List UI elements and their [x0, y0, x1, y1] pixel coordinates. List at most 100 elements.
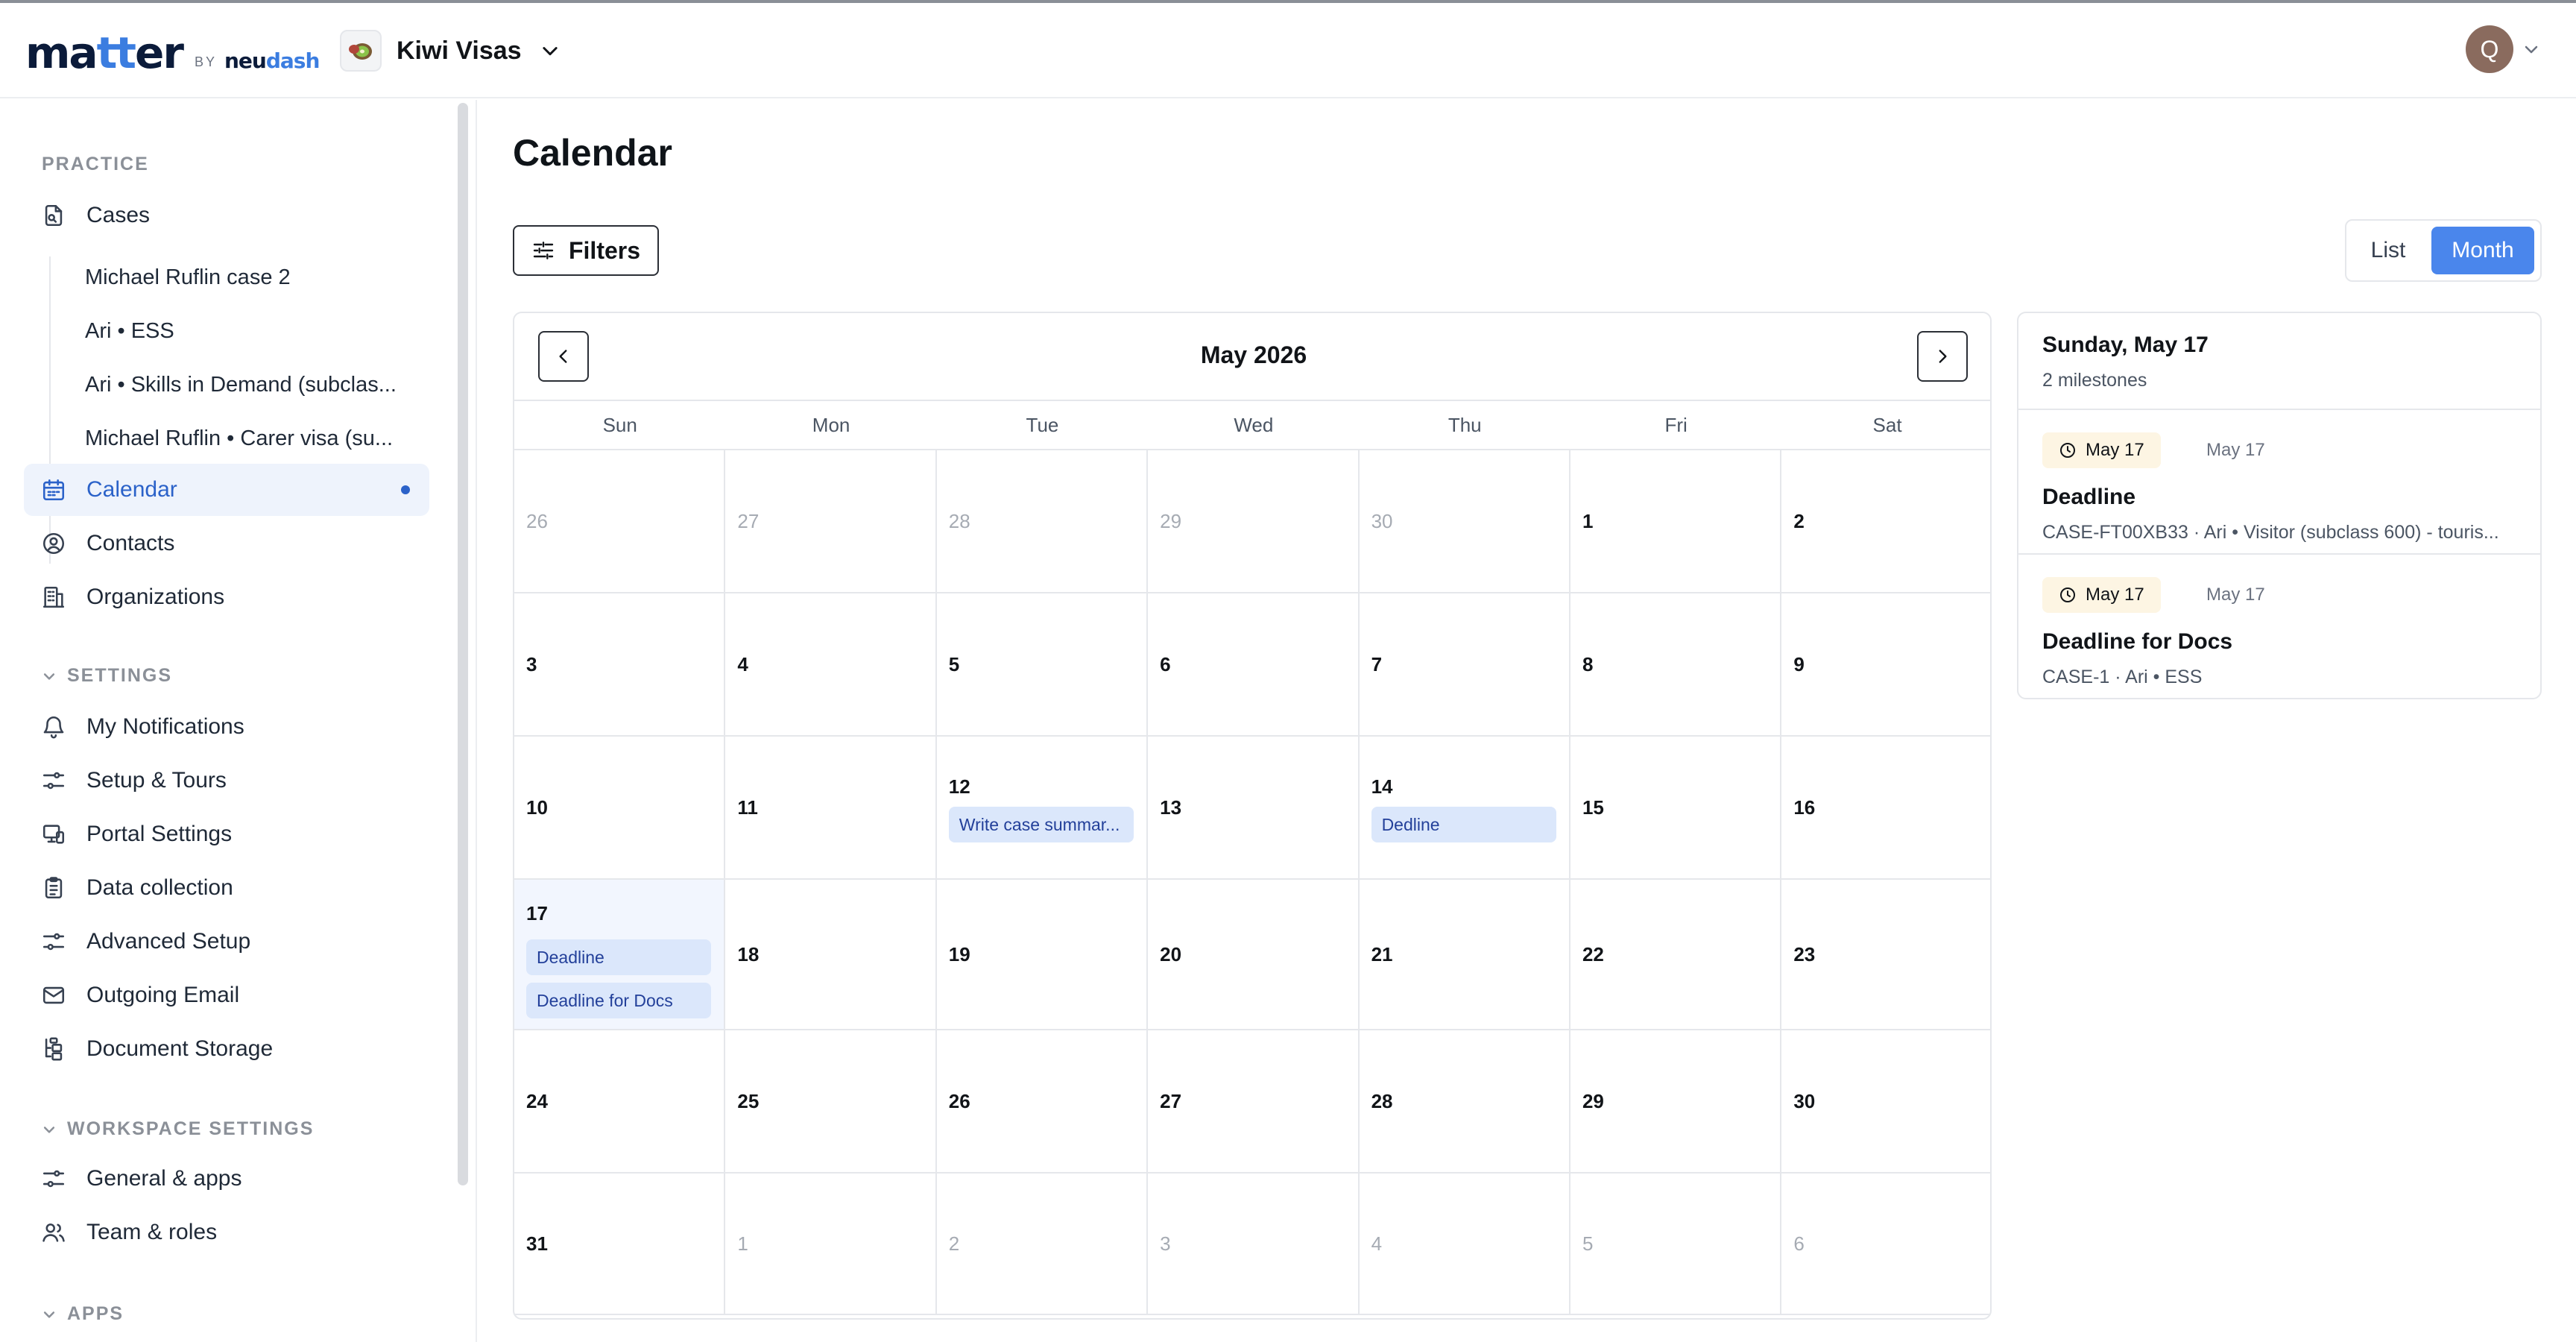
prev-month-button[interactable] [538, 331, 589, 382]
filters-button[interactable]: Filters [513, 225, 659, 276]
sidebar-item-contacts[interactable]: Contacts [24, 517, 429, 570]
calendar-day-cell[interactable]: 26 [937, 1030, 1149, 1172]
sidebar-item-my-notifications[interactable]: My Notifications [24, 701, 429, 753]
milestone-meta: CASE-FT00XB33 · Ari • Visitor (subclass … [2042, 522, 2499, 543]
calendar-day-cell[interactable]: 2 [937, 1174, 1149, 1314]
calendar-icon [40, 476, 67, 503]
view-month-button[interactable]: Month [2431, 227, 2534, 274]
sidebar-item-general-apps[interactable]: General & apps [24, 1153, 429, 1205]
calendar-day-cell[interactable]: 31 [514, 1174, 726, 1314]
calendar-day-cell[interactable]: 18 [725, 880, 937, 1029]
calendar-event-chip[interactable]: Dedline [1371, 807, 1556, 842]
calendar-day-cell[interactable]: 10 [514, 737, 726, 878]
calendar-day-cell[interactable]: 20 [1148, 880, 1360, 1029]
calendar-day-cell[interactable]: 14 Dedline [1360, 737, 1570, 878]
calendar-day-cell[interactable]: 28 [1360, 1030, 1570, 1172]
sidebar-item-organizations[interactable]: Organizations [24, 571, 429, 623]
day-number: 24 [526, 1090, 548, 1112]
calendar-day-cell[interactable]: 12 Write case summar... [937, 737, 1149, 878]
calendar-day-cell[interactable]: 21 [1360, 880, 1570, 1029]
day-number: 21 [1371, 943, 1393, 965]
calendar-day-cell[interactable]: 29 [1570, 1030, 1782, 1172]
workspace-name: Kiwi Visas [397, 36, 522, 65]
day-number: 27 [737, 510, 760, 532]
view-list-button[interactable]: List [2357, 227, 2419, 274]
sidebar-item-label: General & apps [86, 1166, 242, 1191]
section-label-workspace-settings[interactable]: WORKSPACE SETTINGS [42, 1118, 314, 1140]
calendar-day-cell[interactable]: 27 [725, 450, 937, 592]
calendar-day-cell[interactable]: 16 [1781, 737, 1990, 878]
calendar-event-chip[interactable]: Deadline for Docs [526, 983, 711, 1018]
sidebar-item-team-roles[interactable]: Team & roles [24, 1206, 429, 1258]
calendar-day-cell[interactable]: 3 [514, 593, 726, 735]
section-label-settings[interactable]: SETTINGS [42, 665, 172, 687]
sidebar-item-outgoing-email[interactable]: Outgoing Email [24, 969, 429, 1021]
calendar-day-cell[interactable]: 17 Deadline Deadline for Docs [514, 880, 726, 1029]
calendar-day-cell[interactable]: 25 [725, 1030, 937, 1172]
milestone-item[interactable]: May 17 May 17 Deadline CASE-FT00XB33 · A… [2018, 410, 2540, 555]
sidebar-item-data-collection[interactable]: Data collection [24, 862, 429, 914]
calendar-day-cell[interactable]: 27 [1148, 1030, 1360, 1172]
calendar-event-chip[interactable]: Deadline [526, 939, 711, 975]
active-dot [401, 485, 410, 494]
portal-icon [40, 821, 67, 848]
calendar-day-cell[interactable]: 5 [937, 593, 1149, 735]
sidebar-item-label: Data collection [86, 875, 233, 900]
chevron-down-icon [43, 1311, 55, 1318]
sidebar-case-item[interactable]: Ari • Skills in Demand (subclas... [85, 362, 413, 407]
day-number: 1 [737, 1232, 748, 1255]
calendar-day-cell[interactable]: 4 [725, 593, 937, 735]
calendar-day-cell[interactable]: 4 [1360, 1174, 1570, 1314]
sidebar-case-item[interactable]: Ari • ESS [85, 309, 413, 353]
calendar-day-cell[interactable]: 15 [1570, 737, 1782, 878]
sidebar-item-advanced-setup[interactable]: Advanced Setup [24, 916, 429, 968]
panel-header: Sunday, May 17 2 milestones [2018, 313, 2540, 410]
sidebar-item-calendar[interactable]: Calendar [24, 464, 429, 516]
milestone-item[interactable]: May 17 May 17 Deadline for Docs CASE-1 ·… [2018, 555, 2540, 698]
calendar-day-cell[interactable]: 28 [937, 450, 1149, 592]
milestone-date: May 17 [2206, 585, 2265, 605]
calendar-day-cell[interactable]: 8 [1570, 593, 1782, 735]
sidebar-item-portal-settings[interactable]: Portal Settings [24, 808, 429, 860]
sidebar: PRACTICE Cases Michael Ruflin case 2 Ari… [0, 100, 477, 1342]
calendar-day-cell[interactable]: 6 [1781, 1174, 1990, 1314]
calendar-day-cell[interactable]: 9 [1781, 593, 1990, 735]
calendar-day-cell[interactable]: 7 [1360, 593, 1570, 735]
sidebar-item-setup-tours[interactable]: Setup & Tours [24, 755, 429, 807]
sidebar-case-item[interactable]: Michael Ruflin case 2 [85, 255, 413, 300]
section-label-apps[interactable]: APPS [42, 1303, 124, 1325]
calendar-day-cell[interactable]: 2 [1781, 450, 1990, 592]
calendar-day-cell[interactable]: 3 [1148, 1174, 1360, 1314]
calendar-day-cell[interactable]: 19 [937, 880, 1149, 1029]
sidebar-case-item[interactable]: Michael Ruflin • Carer visa (su... [85, 416, 413, 461]
calendar-day-cell[interactable]: 29 [1148, 450, 1360, 592]
brand-logo[interactable]: matter BY neudash [25, 27, 320, 75]
day-number: 28 [1371, 1090, 1393, 1112]
next-month-button[interactable] [1917, 331, 1968, 382]
calendar-day-cell[interactable]: 1 [1570, 450, 1782, 592]
day-number: 3 [1160, 1232, 1171, 1255]
workspace-switcher[interactable]: Kiwi Visas [340, 28, 561, 73]
calendar-day-cell[interactable]: 30 [1360, 450, 1570, 592]
sidebar-item-document-storage[interactable]: Document Storage [24, 1023, 429, 1075]
calendar-day-cell[interactable]: 6 [1148, 593, 1360, 735]
calendar-day-cell[interactable]: 11 [725, 737, 937, 878]
calendar-day-cell[interactable]: 26 [514, 450, 726, 592]
milestone-title: Deadline [2042, 485, 2136, 509]
day-number: 23 [1793, 943, 1816, 965]
day-number: 16 [1793, 796, 1816, 819]
user-menu[interactable]: Q [2466, 25, 2540, 73]
calendar-day-cell[interactable]: 1 [725, 1174, 937, 1314]
calendar-day-cell[interactable]: 23 [1781, 880, 1990, 1029]
day-number: 28 [948, 510, 970, 532]
calendar-day-cell[interactable]: 30 [1781, 1030, 1990, 1172]
sidebar-scrollbar[interactable] [458, 103, 468, 1185]
avatar[interactable]: Q [2466, 25, 2513, 73]
calendar-event-chip[interactable]: Write case summar... [948, 807, 1134, 842]
sidebar-item-cases[interactable]: Cases [24, 189, 429, 242]
calendar-day-cell[interactable]: 13 [1148, 737, 1360, 878]
calendar-day-cell[interactable]: 22 [1570, 880, 1782, 1029]
calendar-day-cell[interactable]: 24 [514, 1030, 726, 1172]
calendar-day-cell[interactable]: 5 [1570, 1174, 1782, 1314]
section-label-practice: PRACTICE [42, 154, 149, 174]
